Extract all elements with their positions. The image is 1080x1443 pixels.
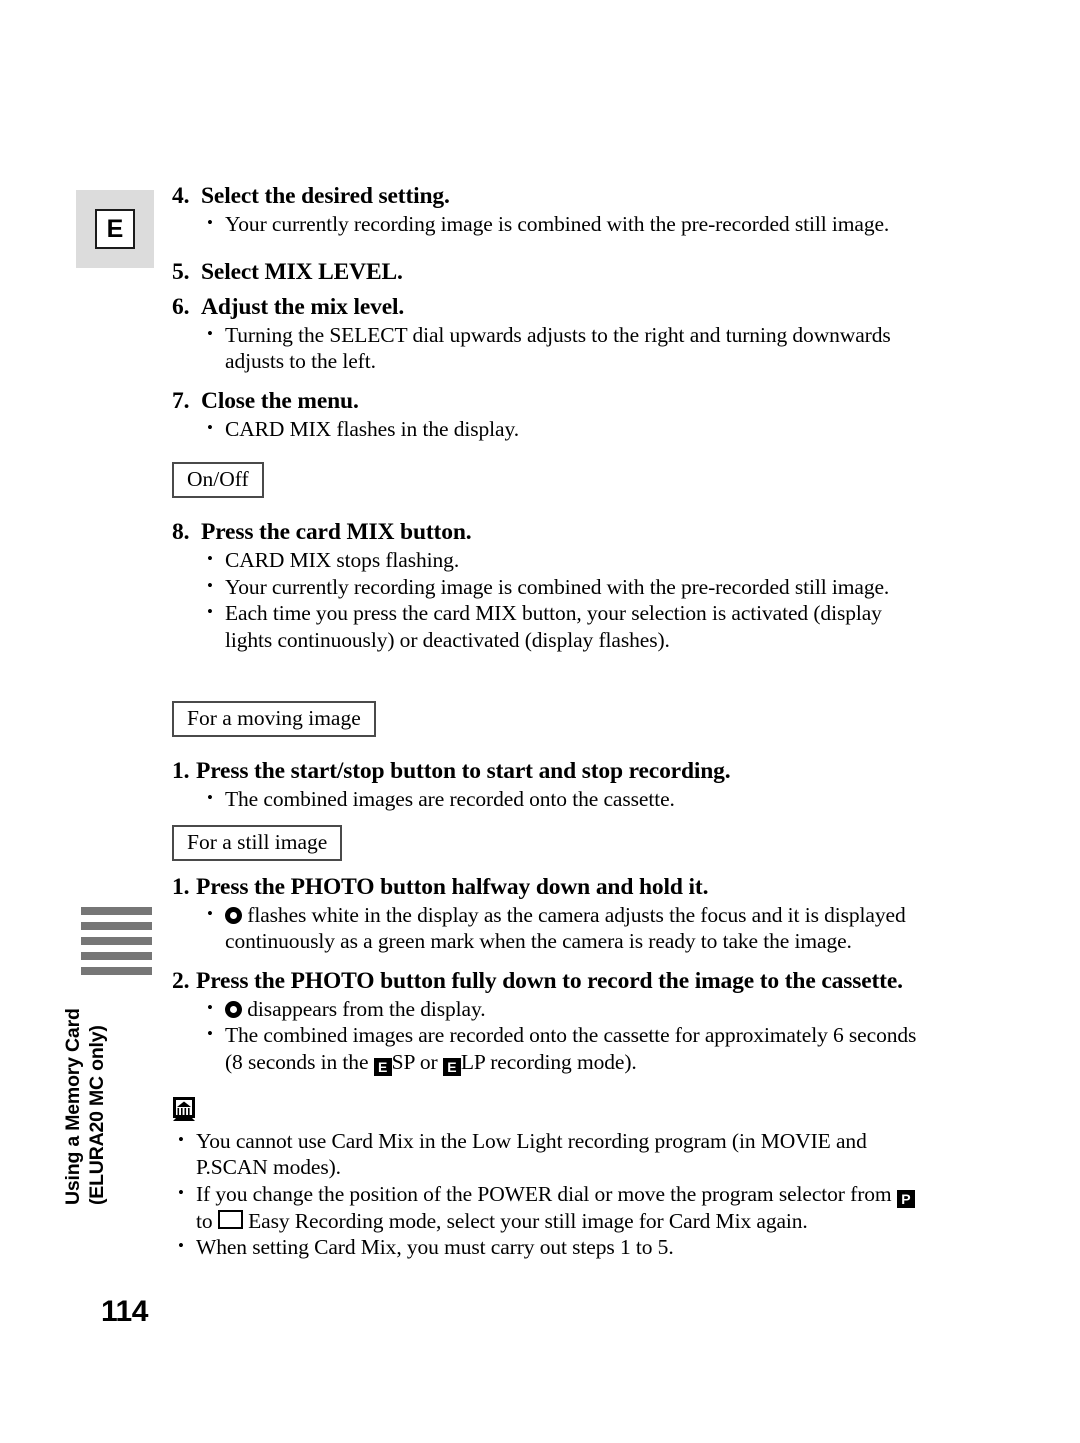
note-text-part-1: If you change the position of the POWER … — [196, 1181, 897, 1206]
step-number: 4. — [172, 183, 190, 209]
bullet-item: Each time you press the card MIX button,… — [201, 599, 932, 653]
sidebar-bar — [81, 907, 152, 915]
note-text-part-2: Easy Recording mode, select your still i… — [242, 1208, 808, 1233]
step-heading-8: 8. Press the card MIX button. — [172, 518, 932, 547]
bullet-item: Turning the SELECT dial upwards adjusts … — [201, 321, 932, 375]
bullet-item: disappears from the display. — [201, 995, 932, 1023]
step-title: Press the card MIX button. — [201, 519, 472, 545]
on-off-label-box: On/Off — [172, 462, 264, 498]
step-6-bullets: Turning the SELECT dial upwards adjusts … — [201, 321, 932, 375]
step-title: Select the desired setting. — [201, 183, 450, 209]
step-title: Select MIX LEVEL. — [201, 258, 403, 285]
still-image-step-heading-2: 2. Press the PHOTO button fully down to … — [172, 967, 932, 996]
step-number: 7. — [172, 387, 190, 414]
still-image-step-2-bullets: disappears from the display. The combine… — [201, 995, 932, 1076]
bullet-item: Your currently recording image is combin… — [201, 573, 932, 601]
step-7-bullets: CARD MIX flashes in the display. — [201, 415, 932, 443]
still-image-step-heading-1: 1. Press the PHOTO button halfway down a… — [172, 873, 932, 902]
bullet-item: CARD MIX flashes in the display. — [201, 415, 932, 443]
tape-mode-sp-icon: E — [373, 1057, 392, 1076]
page-content: 4. Select the desired setting. Your curr… — [172, 182, 932, 1261]
step-heading-7: 7. Close the menu. — [172, 387, 932, 416]
on-off-label-wrap: On/Off — [172, 462, 932, 498]
photo-focus-mark-icon — [225, 906, 242, 924]
step-title: Press the PHOTO button fully down to rec… — [196, 967, 903, 994]
step-title: Press the start/stop button to start and… — [196, 758, 731, 784]
note-item: You cannot use Card Mix in the Low Light… — [172, 1127, 932, 1181]
step-heading-5: 5. Select MIX LEVEL. — [172, 258, 932, 287]
sidebar-bar — [81, 922, 152, 930]
tape-mode-lp-icon: E — [442, 1057, 461, 1076]
bullet-text-part-2: recording mode). — [484, 1049, 637, 1074]
step-number: 6. — [172, 293, 190, 320]
bullet-text-lp: LP — [460, 1049, 485, 1074]
sidebar-label-line-2: (ELURA20 MC only) — [86, 1025, 108, 1205]
bullet-item: CARD MIX stops flashing. — [201, 546, 932, 574]
note-item: If you change the position of the POWER … — [172, 1180, 932, 1235]
for-moving-image-label-wrap: For a moving image — [172, 701, 932, 737]
step-number: 1. — [172, 758, 190, 784]
sidebar-bar — [81, 967, 152, 975]
step-number: 2. — [172, 967, 190, 994]
note-item: When setting Card Mix, you must carry ou… — [172, 1233, 932, 1261]
step-number: 5. — [172, 258, 190, 285]
still-image-step-1-bullets: flashes white in the display as the came… — [201, 901, 932, 955]
for-moving-image-label-box: For a moving image — [172, 701, 376, 737]
for-still-image-label-wrap: For a still image — [172, 824, 932, 861]
bullet-item: flashes white in the display as the came… — [201, 901, 932, 955]
bullet-item: The combined images are recorded onto th… — [201, 1021, 932, 1076]
step-4-bullets: Your currently recording image is combin… — [201, 210, 932, 238]
step-number: 8. — [172, 519, 190, 545]
for-still-image-label-box: For a still image — [172, 824, 343, 861]
sidebar-bar — [81, 937, 152, 945]
sidebar-label-line-1: Using a Memory Card — [62, 1008, 84, 1205]
step-title: Close the menu. — [201, 387, 359, 414]
easy-recording-icon — [217, 1209, 243, 1229]
section-marker-badge: E — [76, 190, 154, 268]
step-8-bullets: CARD MIX stops flashing. Your currently … — [201, 546, 932, 653]
bullet-item: Your currently recording image is combin… — [201, 210, 932, 238]
notes-bullets: You cannot use Card Mix in the Low Light… — [172, 1127, 932, 1261]
step-number: 1. — [172, 873, 190, 900]
moving-image-bullets: The combined images are recorded onto th… — [201, 785, 932, 813]
program-ae-p-icon: P — [896, 1189, 915, 1208]
bullet-text-sp: SP — [391, 1049, 415, 1074]
page-number: 114 — [101, 1295, 148, 1328]
note-text-mid: to — [196, 1208, 218, 1233]
bullet-text: flashes white in the display as the came… — [225, 902, 906, 954]
step-title: Adjust the mix level. — [201, 293, 405, 320]
step-title: Press the PHOTO button halfway down and … — [196, 873, 709, 900]
moving-image-step-heading-1: 1. Press the start/stop button to start … — [172, 757, 932, 786]
photo-focus-mark-icon — [225, 1000, 242, 1018]
sidebar-bar-group — [81, 907, 152, 982]
bullet-text-mid: or — [414, 1049, 443, 1074]
step-heading-4: 4. Select the desired setting. — [172, 182, 932, 211]
bullet-text: disappears from the display. — [242, 996, 486, 1021]
step-heading-6: 6. Adjust the mix level. — [172, 293, 932, 322]
memo-note-icon — [173, 1096, 195, 1121]
section-marker-letter: E — [95, 209, 135, 249]
sidebar-bar — [81, 952, 152, 960]
sidebar-chapter-label: Using a Memory Card (ELURA20 MC only) — [61, 975, 173, 1205]
bullet-item: The combined images are recorded onto th… — [201, 785, 932, 813]
